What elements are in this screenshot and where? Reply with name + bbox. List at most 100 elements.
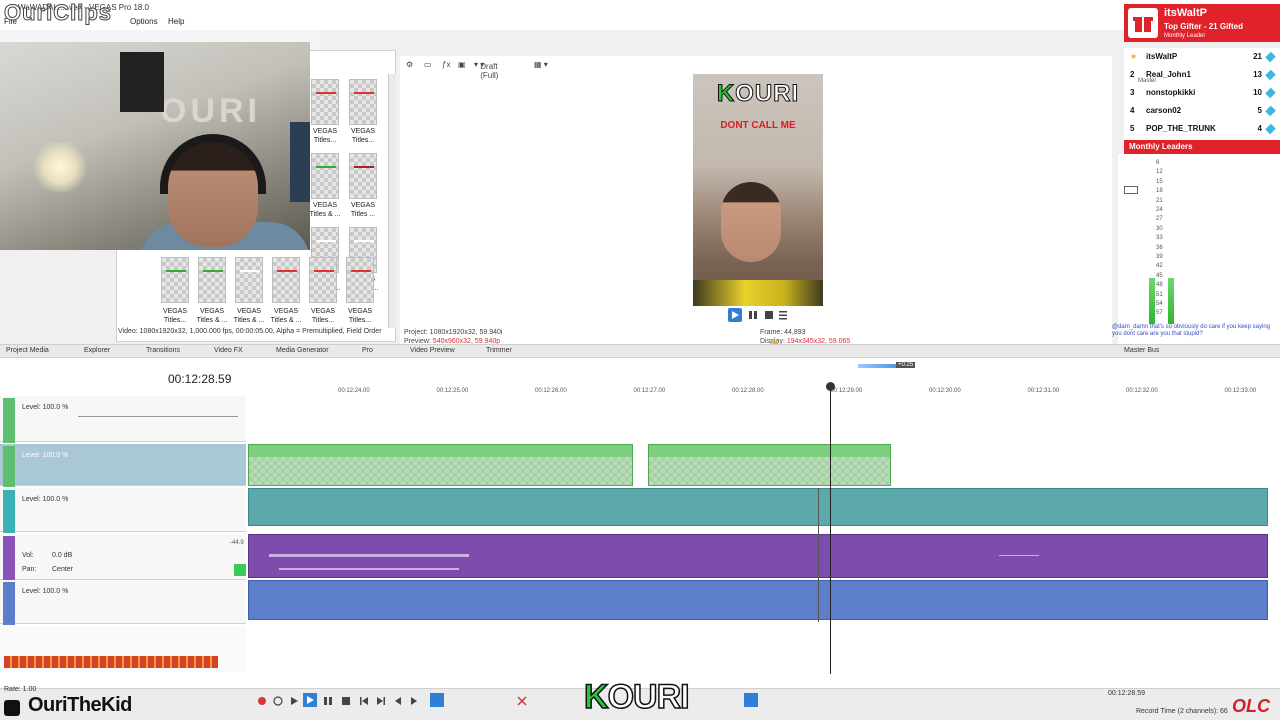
title-preset-thumb[interactable] — [349, 79, 377, 125]
menu-help[interactable]: Help — [168, 17, 184, 26]
preview-quality-select[interactable]: ▾ Draft (Full) ▾ — [474, 60, 498, 80]
ruler-tick-label: 00:12:27.00 — [633, 388, 666, 394]
tab-media-generator[interactable]: Media Generator — [276, 347, 329, 354]
title-preset-label: VEGAS Titles... — [162, 308, 188, 324]
ruler-tick-label: 00:12:31.00 — [1027, 388, 1060, 394]
audio-waveform — [269, 554, 1039, 570]
title-preset-thumb[interactable] — [198, 257, 226, 303]
tab-video-fx[interactable]: Video FX — [214, 347, 243, 354]
meter-tick-label: 12 — [1156, 169, 1163, 176]
title-preset-thumb[interactable] — [346, 257, 374, 303]
wall-logo: OURI — [160, 92, 261, 130]
track-header-2[interactable]: Level: 100.0 % — [0, 444, 246, 487]
playback-rate: Rate: 1.00 — [4, 686, 37, 693]
meter-tick-label: 24 — [1156, 207, 1163, 213]
video-person — [721, 182, 781, 262]
preview-fx-icon[interactable]: ƒx — [442, 60, 450, 69]
play-from-start-button[interactable] — [288, 695, 300, 707]
next-frame-button[interactable] — [408, 695, 420, 707]
track-header-5[interactable]: Level: 100.0 % — [0, 580, 246, 625]
ruler-tick-label: 00:12:29.00 — [830, 388, 863, 394]
title-preset-thumb[interactable] — [161, 257, 189, 303]
delete-icon[interactable] — [516, 695, 528, 707]
tab-trimmer[interactable]: Trimmer — [486, 347, 512, 354]
preview-menu-icon[interactable] — [778, 310, 790, 322]
video-clip[interactable] — [248, 444, 633, 486]
edit-tool-button[interactable] — [430, 693, 444, 707]
edit-line — [818, 488, 819, 622]
title-preset-thumb[interactable] — [235, 257, 263, 303]
tab-video-preview[interactable]: Video Preview — [410, 347, 455, 354]
meter-settings-icon[interactable] — [1124, 186, 1138, 194]
preview-pause-button[interactable] — [748, 310, 760, 322]
gem-icon — [1265, 87, 1276, 99]
meter-tick-label: 45 — [1156, 272, 1163, 279]
video-clip-teal[interactable] — [248, 488, 1268, 526]
track-color-bar — [3, 490, 15, 533]
gifter-subtitle: Top Gifter - 21 Gifted — [1164, 22, 1243, 31]
preview-play-button[interactable] — [728, 308, 742, 322]
track-header-1[interactable]: Level: 100.0 % — [0, 396, 246, 443]
record-button[interactable] — [256, 695, 268, 707]
level-slider[interactable] — [78, 416, 238, 417]
go-to-end-button[interactable] — [375, 695, 387, 707]
desk-lamp — [30, 142, 90, 192]
meter-tick-label: 57 — [1156, 310, 1163, 317]
preview-split-icon[interactable]: ▣ — [458, 60, 466, 69]
project-info: Project: 1080x1920x32, 59.940i — [404, 329, 503, 336]
ruler-tick-label: 00:12:30.00 — [929, 388, 961, 394]
track-vol-value: 0.0 dB — [52, 552, 73, 559]
clip-watermark: OuriClips — [3, 0, 113, 26]
tab-transitions[interactable]: Transitions — [146, 347, 180, 354]
timeline-ruler[interactable]: 00:12:24.00 00:12:25.00 00:12:26.00 00:12:2… — [248, 380, 1268, 394]
meter-tick-label: 33 — [1156, 235, 1163, 242]
audio-meter-peak: -44.9 — [230, 540, 244, 546]
play-button[interactable] — [303, 693, 317, 707]
track-color-bar — [3, 536, 15, 581]
track-header-3[interactable]: Level: 100.0 % — [0, 488, 246, 533]
tab-project-media[interactable]: Project Media — [6, 347, 49, 354]
top-gifter-banner: itsWaltP Top Gifter - 21 Gifted Monthly … — [1124, 4, 1280, 42]
preview-stop-button[interactable] — [764, 310, 776, 322]
ruler-tick-label: 00:12:25.00 — [436, 388, 469, 394]
preview-external-icon[interactable]: ▭ — [424, 60, 432, 69]
tab-pro[interactable]: Pro — [362, 347, 373, 354]
stop-button[interactable] — [340, 695, 352, 707]
video-clip[interactable] — [648, 444, 891, 486]
loop-button[interactable] — [272, 695, 284, 707]
master-label: Master — [1138, 78, 1157, 84]
snapping-button[interactable] — [744, 693, 758, 707]
master-level-meter — [4, 656, 218, 668]
tab-master-bus[interactable]: Master Bus — [1124, 347, 1159, 354]
preview-settings-icon[interactable]: ⚙ — [406, 60, 413, 69]
title-preset-label: VEGAS Titles & ... — [270, 308, 302, 324]
ruler-tick-label: 00:12:32.00 — [1126, 388, 1158, 394]
menu-options[interactable]: Options — [130, 17, 158, 26]
preview-overlays-icon[interactable]: ▦ ▾ — [534, 60, 548, 69]
ruler-tick-label: 00:12:33.00 — [1224, 388, 1257, 394]
meter-tick-label: 21 — [1156, 197, 1163, 204]
track-header-4[interactable]: Vol: 0.0 dB Pan: Center -44.9 — [0, 534, 246, 581]
pause-button[interactable] — [322, 695, 334, 707]
audio-clip[interactable] — [248, 534, 1268, 578]
prev-frame-button[interactable] — [392, 695, 404, 707]
track-vol-label: Vol: — [22, 552, 34, 559]
title-preset-thumb[interactable] — [349, 153, 377, 199]
meter-tick-label: 15 — [1156, 178, 1163, 185]
playhead-handle[interactable] — [826, 382, 835, 391]
title-preset-thumb[interactable] — [309, 257, 337, 303]
playhead[interactable] — [830, 384, 831, 674]
gift-icon — [1128, 8, 1158, 38]
title-preset-thumb[interactable] — [311, 153, 339, 199]
media-generator-scrollbar[interactable] — [388, 74, 396, 328]
menu-bar: File Options Help — [0, 16, 1280, 30]
tab-explorer[interactable]: Explorer — [84, 347, 110, 354]
title-preset-label: VEGAS Titles & ... — [196, 308, 228, 324]
go-to-start-button[interactable] — [358, 695, 370, 707]
video-clip-blue[interactable] — [248, 580, 1268, 620]
title-preset-thumb[interactable] — [272, 257, 300, 303]
title-preset-thumb[interactable] — [311, 79, 339, 125]
preview-video-frame: KOURI DONT CALL ME — [693, 74, 823, 306]
leader-row: 4 carson02 5 — [1124, 102, 1280, 120]
title-preset-label: VEGAS Titles & ... — [309, 202, 341, 218]
